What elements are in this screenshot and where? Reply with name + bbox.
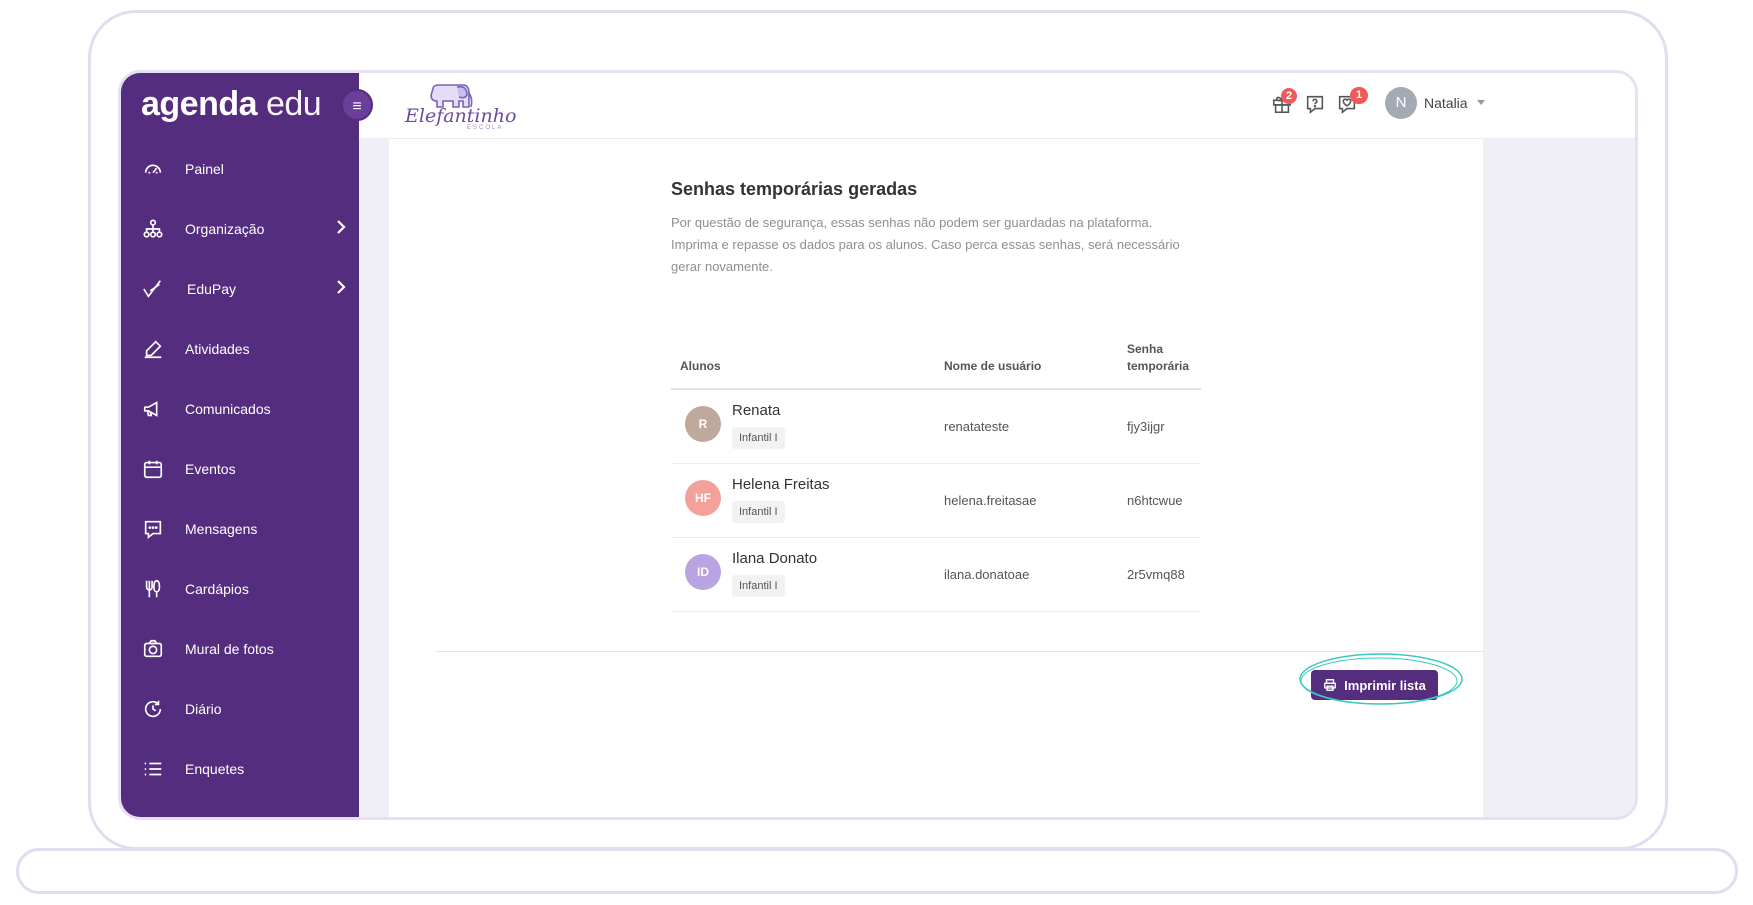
sidebar-item-label: Mural de fotos bbox=[185, 641, 274, 657]
refresh-clock-icon bbox=[141, 697, 165, 721]
sidebar-item-enquetes[interactable]: Enquetes bbox=[121, 739, 359, 799]
messages-badge: 1 bbox=[1350, 87, 1368, 104]
student-class-badge: Infantil I bbox=[732, 427, 785, 449]
sidebar-item-diario[interactable]: Diário bbox=[121, 679, 359, 739]
sidebar-item-edupay[interactable]: EduPay bbox=[121, 259, 359, 319]
hamburger-icon: ≡ bbox=[352, 98, 362, 115]
column-header-password-line1: Senha bbox=[1127, 342, 1164, 356]
gift-badge: 2 bbox=[1281, 88, 1297, 104]
student-username: ilana.donatoae bbox=[944, 567, 1030, 582]
calendar-icon bbox=[141, 457, 165, 481]
sidebar-item-cardapios[interactable]: Cardápios bbox=[121, 559, 359, 619]
sidebar-item-comunicados[interactable]: Comunicados bbox=[121, 379, 359, 439]
organization-tree-icon bbox=[141, 217, 165, 241]
student-class-badge: Infantil I bbox=[732, 575, 785, 597]
sidebar-menu: Painel Organização EduPay Atividades Com… bbox=[121, 139, 359, 799]
sidebar-item-label: Atividades bbox=[185, 341, 250, 357]
sidebar-item-label: Eventos bbox=[185, 461, 236, 477]
sidebar-item-label: Diário bbox=[185, 701, 222, 717]
sidebar-item-label: Organização bbox=[185, 221, 265, 237]
student-avatar: ID bbox=[685, 554, 721, 590]
print-list-label: Imprimir lista bbox=[1344, 677, 1426, 693]
chevron-right-icon bbox=[335, 279, 347, 300]
student-username: helena.freitasae bbox=[944, 493, 1037, 508]
student-avatar: R bbox=[685, 406, 721, 442]
student-class-badge: Infantil I bbox=[732, 501, 785, 523]
passwords-table: Alunos Nome de usuário Senha temporária … bbox=[671, 342, 1201, 612]
user-name[interactable]: Natalia bbox=[1424, 95, 1468, 111]
content-card: Senhas temporárias geradas Por questão d… bbox=[389, 139, 1483, 817]
sidebar-item-mensagens[interactable]: Mensagens bbox=[121, 499, 359, 559]
top-header: Elefantinho ESCOLA 2 1 N Natalia bbox=[359, 73, 1635, 139]
column-header-students: Alunos bbox=[680, 359, 721, 373]
table-row: HF Helena Freitas Infantil I helena.frei… bbox=[671, 464, 1201, 538]
student-password: n6htcwue bbox=[1127, 493, 1183, 508]
app-logo[interactable]: agenda edu bbox=[141, 85, 322, 124]
student-name: Helena Freitas bbox=[732, 476, 830, 493]
sidebar-item-painel[interactable]: Painel bbox=[121, 139, 359, 199]
sidebar-item-label: Mensagens bbox=[185, 521, 258, 537]
sidebar-item-eventos[interactable]: Eventos bbox=[121, 439, 359, 499]
megaphone-icon bbox=[141, 397, 165, 421]
sidebar-item-label: Cardápios bbox=[185, 581, 249, 597]
column-header-username: Nome de usuário bbox=[944, 359, 1042, 373]
student-username: renatateste bbox=[944, 419, 1010, 434]
student-avatar: HF bbox=[685, 480, 721, 516]
print-list-button[interactable]: Imprimir lista bbox=[1311, 670, 1438, 700]
sidebar: agenda edu Painel Organização EduPay Ati… bbox=[121, 73, 359, 817]
table-row: R Renata Infantil I renatateste fjy3ijgr bbox=[671, 390, 1201, 464]
sidebar-item-organizacao[interactable]: Organização bbox=[121, 199, 359, 259]
list-icon bbox=[141, 757, 165, 781]
page-description: Por questão de segurança, essas senhas n… bbox=[671, 215, 1180, 274]
app-screen: agenda edu Painel Organização EduPay Ati… bbox=[118, 70, 1638, 820]
footer-divider bbox=[435, 651, 1483, 652]
cutlery-icon bbox=[141, 577, 165, 601]
checkmark-pay-icon bbox=[141, 277, 165, 301]
student-name: Ilana Donato bbox=[732, 550, 818, 567]
menu-toggle-button[interactable]: ≡ bbox=[341, 89, 373, 121]
help-button[interactable] bbox=[1304, 93, 1328, 117]
caret-down-icon[interactable] bbox=[1477, 100, 1485, 105]
printer-icon bbox=[1324, 679, 1337, 691]
student-password: fjy3ijgr bbox=[1127, 419, 1165, 434]
table-row: ID Ilana Donato Infantil I ilana.donatoa… bbox=[671, 538, 1201, 612]
chevron-right-icon bbox=[335, 219, 347, 240]
sidebar-item-label: Enquetes bbox=[185, 761, 245, 777]
camera-icon bbox=[141, 637, 165, 661]
laptop-base bbox=[16, 848, 1738, 894]
student-password: 2r5vmq88 bbox=[1127, 567, 1185, 582]
table-header: Alunos Nome de usuário Senha temporária bbox=[671, 342, 1201, 390]
dashboard-gauge-icon bbox=[141, 157, 165, 181]
column-header-password-line2: temporária bbox=[1127, 359, 1190, 373]
pencil-edit-icon bbox=[141, 337, 165, 361]
chat-bubble-icon bbox=[141, 517, 165, 541]
sidebar-item-atividades[interactable]: Atividades bbox=[121, 319, 359, 379]
page-title: Senhas temporárias geradas bbox=[671, 179, 918, 199]
sidebar-item-label: Comunicados bbox=[185, 401, 271, 417]
sidebar-item-mural-de-fotos[interactable]: Mural de fotos bbox=[121, 619, 359, 679]
student-name: Renata bbox=[732, 402, 781, 419]
sidebar-item-label: EduPay bbox=[187, 281, 237, 297]
school-name: Elefantinho bbox=[405, 105, 517, 127]
gift-button[interactable]: 2 bbox=[1271, 88, 1297, 117]
sidebar-item-label: Painel bbox=[185, 161, 224, 177]
user-avatar[interactable]: N bbox=[1385, 87, 1417, 119]
messages-button[interactable]: 1 bbox=[1336, 87, 1368, 117]
school-subtitle: ESCOLA bbox=[467, 125, 504, 131]
help-question-icon bbox=[1306, 95, 1324, 114]
